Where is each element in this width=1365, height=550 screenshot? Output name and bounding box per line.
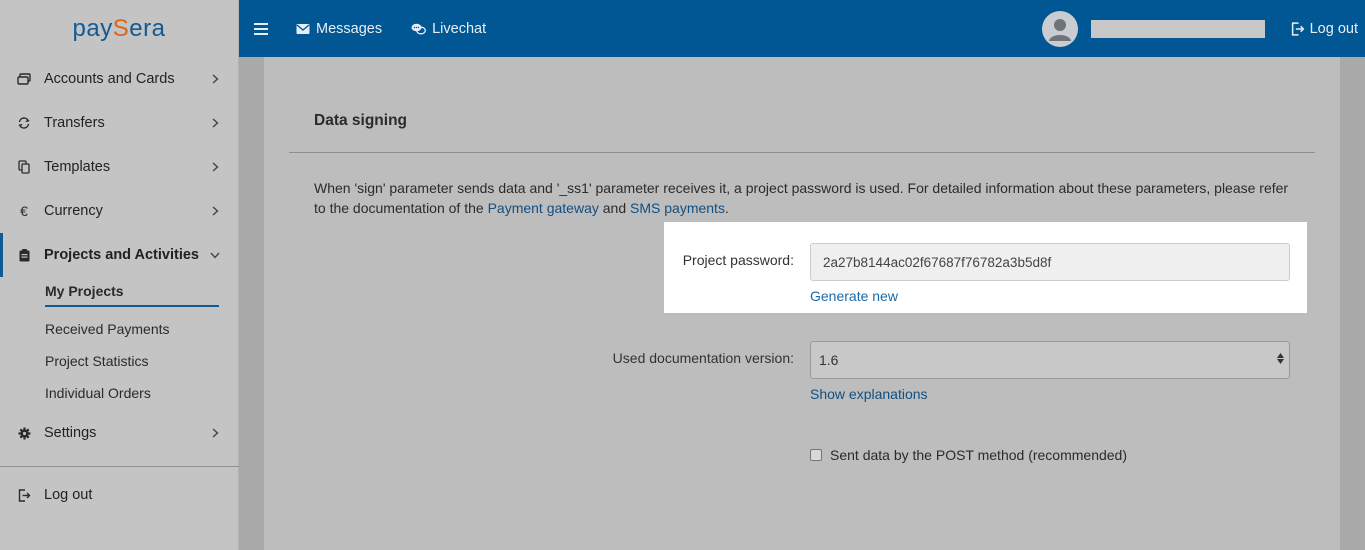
submenu-item-individual-orders[interactable]: Individual Orders [45,377,238,409]
sidebar-item-accounts-and-cards[interactable]: Accounts and Cards [0,57,238,101]
logo-text-s: S [112,14,130,42]
euro-icon: € [20,203,28,219]
sidebar-item-label: Currency [44,203,103,219]
description-text-and: and [598,200,631,216]
sidebar-item-label: Accounts and Cards [44,71,175,87]
logout-icon [17,488,31,502]
cards-icon [17,72,31,86]
user-name-placeholder [1090,19,1265,38]
top-bar: Messages Livechat Log out [239,0,1365,57]
doc-version-value: 1.6 [819,352,839,368]
data-signing-description: When 'sign' parameter sends data and '_s… [314,178,1299,218]
gear-icon [17,426,31,440]
sms-payments-link[interactable]: SMS payments [630,200,725,216]
show-explanations-link[interactable]: Show explanations [810,386,928,402]
sidebar-item-label: Templates [44,159,111,175]
sidebar-divider [0,466,239,467]
livechat-link[interactable]: Livechat [411,21,486,37]
select-arrows-icon [1277,353,1284,364]
projects-submenu: My Projects Received Payments Project St… [0,277,238,409]
doc-version-label: Used documentation version: [612,350,794,366]
user-area: Log out [1041,0,1365,57]
project-password-label: Project password: [682,252,794,268]
project-password-field[interactable]: 2a27b8144ac02f67687f76782a3b5d8f [810,243,1290,281]
logo-text-pay: pay [72,14,113,42]
generate-new-link[interactable]: Generate new [810,288,898,304]
logo-text-era: era [129,14,166,42]
avatar[interactable] [1041,10,1078,47]
submenu-item-project-statistics[interactable]: Project Statistics [45,345,238,377]
section-title: Data signing [314,112,408,129]
top-logout-button[interactable]: Log out [1291,21,1358,37]
description-text: When 'sign' parameter sends data and '_s… [314,180,1289,216]
sidebar-item-label: Settings [44,425,97,441]
hamburger-icon[interactable] [254,22,268,35]
chevron-right-icon [210,206,220,216]
user-silhouette-icon [1048,18,1071,41]
envelope-icon [296,23,310,34]
sidebar-item-label: Transfers [44,115,105,131]
section-divider [289,152,1315,153]
payment-gateway-link[interactable]: Payment gateway [488,200,599,216]
main-panel: Data signing When 'sign' parameter sends… [264,57,1340,550]
sidebar-item-currency[interactable]: € Currency [0,189,238,233]
sidebar-logout-label: Log out [44,487,93,503]
transfer-icon [17,116,31,130]
submenu-item-my-projects[interactable]: My Projects [45,277,219,307]
sidebar-item-settings[interactable]: Settings [0,411,238,455]
post-method-checkbox[interactable] [810,449,822,461]
sidebar: paySera Accounts and Cards Transfers Tem… [0,0,239,550]
logout-icon [1291,21,1305,36]
sidebar-logout[interactable]: Log out [0,473,239,517]
top-logout-label: Log out [1309,20,1358,37]
sidebar-item-templates[interactable]: Templates [0,145,238,189]
submenu-item-received-payments[interactable]: Received Payments [45,313,238,345]
messages-link[interactable]: Messages [296,21,382,37]
chevron-right-icon [210,118,220,128]
livechat-label: Livechat [432,20,487,37]
post-method-label[interactable]: Sent data by the POST method (recommende… [830,447,1127,463]
sidebar-item-label: Projects and Activities [44,247,199,263]
chat-bubbles-icon [411,23,427,34]
copy-icon [17,160,31,174]
messages-label: Messages [316,20,383,37]
project-password-value: 2a27b8144ac02f67687f76782a3b5d8f [823,254,1052,270]
clipboard-icon [17,248,31,262]
chevron-down-icon [210,250,220,260]
chevron-right-icon [210,428,220,438]
chevron-right-icon [210,162,220,172]
post-method-option: Sent data by the POST method (recommende… [810,447,1127,463]
chevron-right-icon [210,74,220,84]
description-text-end: . [724,200,729,216]
sidebar-item-projects-and-activities[interactable]: Projects and Activities [0,233,238,277]
doc-version-select[interactable]: 1.6 [810,341,1290,379]
paysera-logo[interactable]: paySera [0,0,238,57]
sidebar-item-transfers[interactable]: Transfers [0,101,238,145]
